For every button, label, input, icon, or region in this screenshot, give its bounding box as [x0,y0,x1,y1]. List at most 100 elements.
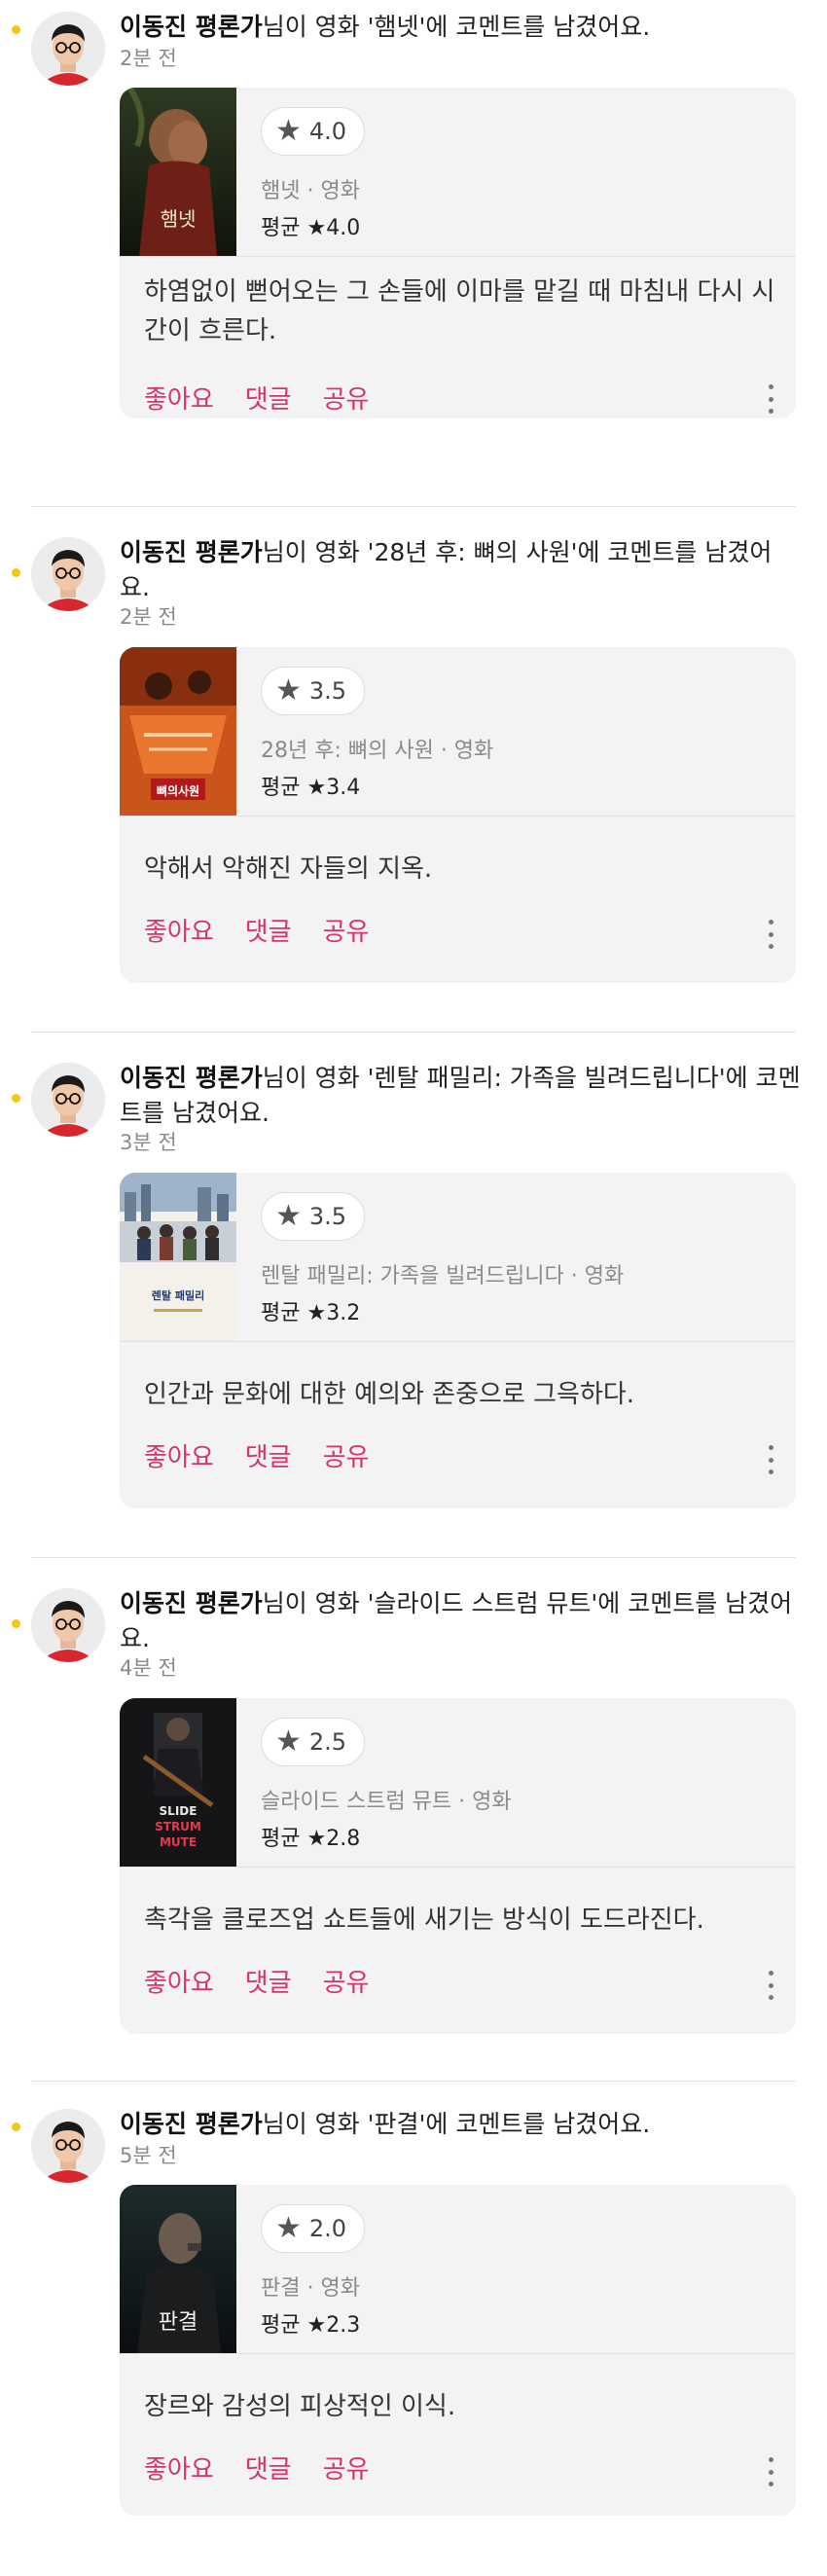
svg-text:SLIDE: SLIDE [160,1804,198,1818]
rating-pill: ★ 2.5 [261,1718,366,1766]
avatar[interactable] [31,1588,105,1662]
movie-subtitle[interactable]: 판결 · 영화 [261,2270,360,2302]
user-rating: 4.0 [308,118,347,145]
average-value: ★3.4 [306,776,361,800]
unread-dot [12,1094,20,1103]
movie-subtitle[interactable]: 렌탈 패밀리: 가족을 빌려드립니다 · 영화 [261,1258,624,1289]
average-value: ★2.8 [306,1827,361,1851]
comment-text[interactable]: 인간과 문화에 대한 예의와 존중으로 그윽하다. [144,1375,776,1414]
timestamp: 4분 전 [120,1656,177,1680]
average-label: 평균 [261,1827,301,1851]
author-name[interactable]: 이동진 평론가 [120,2110,263,2138]
svg-text:판결: 판결 [159,2310,198,2335]
headline-prefix: 님이 영화 [262,2110,368,2138]
action-bar: 좋아요 댓글 공유 [144,380,369,416]
timestamp: 2분 전 [120,605,177,629]
movie-subtitle[interactable]: 햄넷 · 영화 [261,173,360,204]
headline-movie: '햄넷' [367,13,426,41]
comment-card[interactable]: SLIDE STRUM MUTE ★ 2.5 슬라이드 스트럼 뮤트 · 영화 … [120,1698,796,2034]
share-button[interactable]: 공유 [323,2449,370,2485]
item-separator [31,506,796,507]
like-button[interactable]: 좋아요 [144,1963,214,1999]
timestamp: 2분 전 [120,47,177,70]
rating-pill: ★ 4.0 [261,107,366,156]
headline-suffix: 에 코멘트를 남겼어요. [425,13,651,41]
unread-dot [12,1619,20,1628]
star-icon: ★ [275,1724,302,1759]
item-separator [31,2081,796,2082]
author-name[interactable]: 이동진 평론가 [120,1064,263,1092]
movie-poster[interactable]: 렌탈 패밀리 [120,1173,236,1341]
activity-headline[interactable]: 이동진 평론가님이 영화 '햄넷'에 코멘트를 남겼어요. [120,10,801,45]
activity-headline[interactable]: 이동진 평론가님이 영화 '28년 후: 뼈의 사원'에 코멘트를 남겼어요. [120,535,801,605]
more-options-icon[interactable] [767,1445,774,1474]
comment-card[interactable]: 햄넷 ★ 4.0 햄넷 · 영화 평균 ★4.0 하염없이 뻗어오는 그 손들에… [120,88,796,418]
movie-poster[interactable]: 햄넷 [120,88,236,256]
more-options-icon[interactable] [767,920,774,949]
feed-item: 이동진 평론가님이 영화 '28년 후: 뼈의 사원'에 코멘트를 남겼어요. … [0,526,827,1032]
author-name[interactable]: 이동진 평론가 [120,13,263,41]
action-bar: 좋아요 댓글 공유 [144,1437,369,1473]
comment-card[interactable]: 렌탈 패밀리 ★ 3.5 렌탈 패밀리: 가족을 빌려드립니다 · 영화 평균 … [120,1173,796,1508]
avatar[interactable] [31,537,105,611]
more-options-icon[interactable] [767,2457,774,2486]
comment-card[interactable]: 판결 ★ 2.0 판결 · 영화 평균 ★2.3 장르와 감성의 피상적인 이식… [120,2185,796,2516]
headline-movie: '판결' [367,2110,426,2138]
average-rating: 평균 ★4.0 [261,210,360,241]
item-separator [31,1557,796,1558]
movie-subtitle[interactable]: 28년 후: 뼈의 사원 · 영화 [261,733,493,764]
author-name[interactable]: 이동진 평론가 [120,1589,263,1617]
average-rating: 평균 ★2.8 [261,1821,360,1852]
activity-headline[interactable]: 이동진 평론가님이 영화 '슬라이드 스트럼 뮤트'에 코멘트를 남겼어요. [120,1586,801,1656]
comment-text[interactable]: 장르와 감성의 피상적인 이식. [144,2387,776,2426]
activity-headline[interactable]: 이동진 평론가님이 영화 '판결'에 코멘트를 남겼어요. [120,2107,801,2142]
average-label: 평균 [261,216,301,240]
reply-button[interactable]: 댓글 [245,380,292,416]
movie-poster[interactable]: 판결 [120,2185,236,2353]
action-bar: 좋아요 댓글 공유 [144,1963,369,1999]
comment-text[interactable]: 하염없이 뻗어오는 그 손들에 이마를 맡길 때 마침내 다시 시간이 흐른다. [144,272,776,350]
rating-pill: ★ 3.5 [261,1192,366,1241]
share-button[interactable]: 공유 [323,1963,370,1999]
author-name[interactable]: 이동진 평론가 [120,538,263,566]
timestamp: 5분 전 [120,2144,177,2167]
activity-headline[interactable]: 이동진 평론가님이 영화 '렌탈 패밀리: 가족을 빌려드립니다'에 코멘트를 … [120,1061,801,1131]
star-icon: ★ [275,673,302,707]
headline-movie: '28년 후: 뼈의 사원' [367,538,578,566]
avatar[interactable] [31,1063,105,1137]
avatar[interactable] [31,12,105,86]
headline-prefix: 님이 영화 [262,1064,368,1092]
rating-pill: ★ 2.0 [261,2204,366,2253]
movie-poster[interactable]: 뼈의사원 [120,647,236,816]
card-divider [120,256,796,257]
headline-movie: '슬라이드 스트럼 뮤트' [367,1589,598,1617]
svg-text:렌탈 패밀리: 렌탈 패밀리 [152,1288,204,1302]
reply-button[interactable]: 댓글 [245,1437,292,1473]
svg-text:STRUM: STRUM [155,1820,201,1833]
comment-text[interactable]: 악해서 악해진 자들의 지옥. [144,850,776,889]
unread-dot [12,25,20,34]
more-options-icon[interactable] [767,384,774,414]
comment-card[interactable]: 뼈의사원 ★ 3.5 28년 후: 뼈의 사원 · 영화 평균 ★3.4 악해서… [120,647,796,983]
comment-text[interactable]: 촉각을 클로즈업 쇼트들에 새기는 방식이 도드라진다. [144,1901,776,1940]
average-rating: 평균 ★3.2 [261,1295,360,1326]
star-icon: ★ [275,114,302,148]
rating-pill: ★ 3.5 [261,667,366,715]
share-button[interactable]: 공유 [323,380,370,416]
like-button[interactable]: 좋아요 [144,912,214,948]
average-rating: 평균 ★2.3 [261,2307,360,2339]
average-value: ★4.0 [306,216,361,240]
more-options-icon[interactable] [767,1971,774,2000]
movie-poster[interactable]: SLIDE STRUM MUTE [120,1698,236,1867]
reply-button[interactable]: 댓글 [245,2449,292,2485]
share-button[interactable]: 공유 [323,912,370,948]
avatar[interactable] [31,2109,105,2183]
movie-subtitle[interactable]: 슬라이드 스트럼 뮤트 · 영화 [261,1784,512,1815]
like-button[interactable]: 좋아요 [144,380,214,416]
reply-button[interactable]: 댓글 [245,912,292,948]
card-divider [120,2353,796,2354]
share-button[interactable]: 공유 [323,1437,370,1473]
like-button[interactable]: 좋아요 [144,1437,214,1473]
reply-button[interactable]: 댓글 [245,1963,292,1999]
like-button[interactable]: 좋아요 [144,2449,214,2485]
